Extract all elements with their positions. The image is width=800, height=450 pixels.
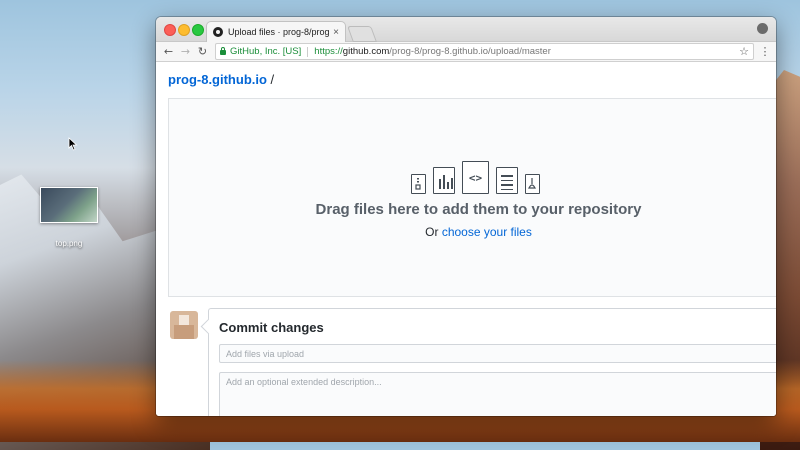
- address-divider: [307, 46, 309, 57]
- tab-bar: Upload files · prog-8/prog-8.gi ×: [156, 17, 776, 42]
- browser-toolbar: ← → ↻ GitHub, Inc. [US] https:// github.…: [156, 42, 776, 62]
- text-file-icon: [496, 167, 518, 194]
- tab-upload-files[interactable]: Upload files · prog-8/prog-8.gi ×: [206, 21, 346, 42]
- commit-form: Commit changes: [200, 308, 776, 416]
- url-path: /prog-8/prog-8.github.io/upload/master: [389, 46, 551, 57]
- breadcrumb: prog-8.github.io /: [168, 72, 274, 87]
- close-window-button[interactable]: [164, 24, 176, 36]
- page-content: prog-8.github.io / <> Drag files here to…: [156, 62, 776, 416]
- bookmark-star-icon[interactable]: ☆: [739, 45, 749, 58]
- close-tab-icon[interactable]: ×: [333, 27, 339, 38]
- reload-button[interactable]: ↻: [194, 45, 211, 58]
- desktop-file[interactable]: top.png: [40, 187, 98, 248]
- ev-certificate-label[interactable]: GitHub, Inc. [US]: [230, 46, 301, 57]
- minimize-window-button[interactable]: [178, 24, 190, 36]
- commit-title: Commit changes: [219, 320, 324, 335]
- browser-menu-icon[interactable]: ⋮: [758, 45, 772, 58]
- choose-files-link[interactable]: choose your files: [442, 225, 532, 239]
- code-glyph: <>: [468, 171, 483, 184]
- github-icon: [213, 27, 223, 37]
- repo-link[interactable]: prog-8.github.io: [168, 72, 267, 87]
- avatar[interactable]: [170, 311, 198, 339]
- commit-description-input[interactable]: [219, 372, 776, 416]
- url-host: github.com: [342, 46, 390, 57]
- breadcrumb-separator: /: [270, 72, 275, 87]
- file-thumbnail: [40, 187, 98, 223]
- desktop-file-name: top.png: [55, 239, 83, 248]
- lock-icon: [220, 47, 226, 55]
- tab-title: Upload files · prog-8/prog-8.gi: [228, 27, 330, 37]
- commit-summary-input[interactable]: [219, 344, 776, 363]
- url-scheme: https://: [314, 46, 343, 57]
- mouse-cursor-icon: [68, 137, 78, 151]
- file-drop-zone[interactable]: <> Drag files here to add them to your r…: [168, 98, 776, 297]
- code-file-icon: <>: [462, 161, 489, 194]
- pdf-file-icon: [525, 174, 540, 194]
- back-button[interactable]: ←: [160, 45, 177, 58]
- commit-box-pointer: [200, 318, 217, 335]
- new-tab-button[interactable]: [347, 26, 377, 42]
- zoom-window-button[interactable]: [192, 24, 204, 36]
- address-bar[interactable]: GitHub, Inc. [US] https:// github.com /p…: [215, 43, 754, 60]
- browser-window: Upload files · prog-8/prog-8.gi × ← → ↻ …: [156, 17, 776, 416]
- drop-zone-title: Drag files here to add them to your repo…: [315, 201, 642, 218]
- drop-zone-subtitle: Or choose your files: [169, 225, 776, 239]
- profile-icon[interactable]: [757, 23, 768, 34]
- forward-button[interactable]: →: [177, 45, 194, 58]
- file-type-icons: <>: [411, 161, 540, 194]
- chart-file-icon: [433, 167, 455, 194]
- zip-file-icon: [411, 174, 426, 194]
- drop-zone-or: Or: [425, 225, 439, 239]
